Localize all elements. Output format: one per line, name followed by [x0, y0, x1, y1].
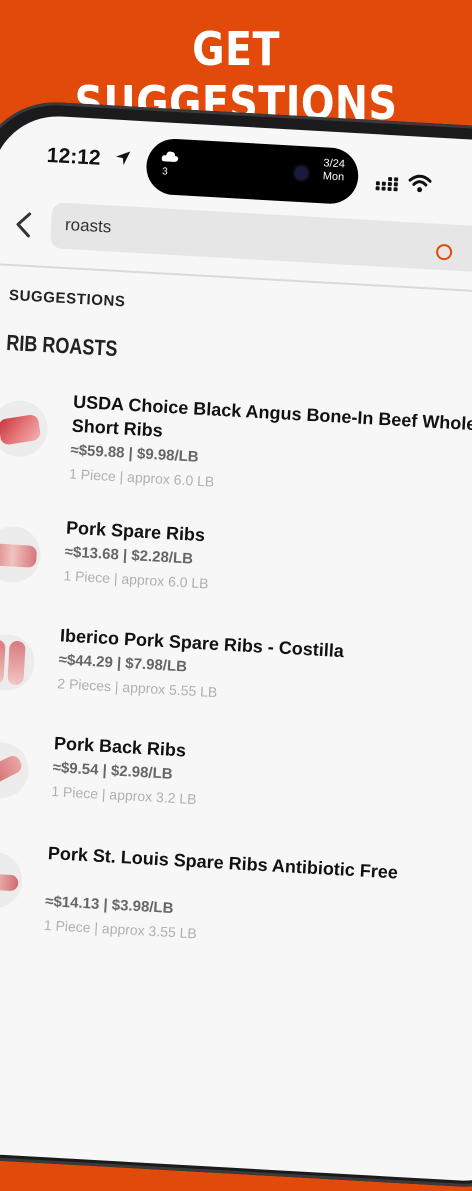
product-price: ≈$9.54 | $2.98/LB: [52, 759, 174, 783]
product-image: [0, 740, 31, 800]
suggestions-heading: SUGGESTIONS: [8, 286, 126, 311]
product-meta: 1 Piece | approx 6.0 LB: [63, 567, 209, 592]
product-price: ≈$44.29 | $7.98/LB: [58, 651, 188, 676]
category-heading: RIB ROASTS: [5, 329, 119, 362]
location-arrow-icon: [115, 151, 131, 166]
dynamic-island: 3 3/24 Mon: [144, 137, 360, 206]
camera-icon: [293, 165, 309, 181]
search-query[interactable]: roasts: [64, 215, 112, 238]
product-price: ≈$13.68 | $2.28/LB: [64, 543, 194, 568]
search-input[interactable]: roasts: [49, 202, 472, 279]
date-line-2: Mon: [322, 170, 345, 184]
product-image: [0, 399, 50, 459]
product-meta: 2 Pieces | approx 5.55 LB: [57, 675, 218, 701]
cloud-icon: [161, 151, 179, 162]
status-time: 12:12: [46, 143, 102, 170]
weather-temp: 3: [161, 166, 169, 178]
clear-search-icon[interactable]: [435, 243, 453, 261]
signal-icon: [375, 176, 399, 192]
product-image: [0, 525, 43, 585]
date-line-1: 3/24: [323, 157, 346, 171]
island-date: 3/24 Mon: [322, 157, 345, 184]
wifi-icon: [408, 174, 432, 193]
back-chevron-icon[interactable]: [12, 210, 36, 239]
app-screen: 12:12 3 3/24 Mon roasts SUGGESTIONS RIB …: [0, 112, 472, 1185]
product-meta: 1 Piece | approx 3.2 LB: [50, 783, 197, 808]
product-price: ≈$59.88 | $9.98/LB: [70, 441, 200, 466]
product-meta: 1 Piece | approx 3.55 LB: [43, 916, 198, 942]
phone-mockup: 12:12 3 3/24 Mon roasts SUGGESTIONS RIB …: [0, 98, 472, 1191]
product-price: ≈$14.13 | $3.98/LB: [44, 892, 174, 918]
product-image: [0, 850, 24, 910]
product-image: [0, 632, 37, 692]
list-item[interactable]: USDA Choice Black Angus Bone-In Beef Who…: [0, 385, 472, 526]
product-meta: 1 Piece | approx 6.0 LB: [68, 465, 215, 490]
